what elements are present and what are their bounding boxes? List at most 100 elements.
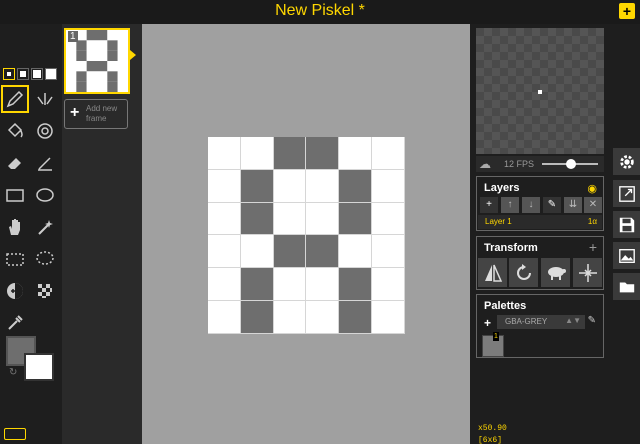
pixel[interactable] xyxy=(273,301,307,334)
transform-expand-icon[interactable]: + xyxy=(589,239,597,255)
add-layer-button[interactable]: + xyxy=(480,197,498,213)
pen-tool[interactable] xyxy=(1,85,29,113)
pixel[interactable] xyxy=(240,235,274,269)
palettes-panel: Palettes + GBA-GREY ▲▼ ✎ 1 xyxy=(476,294,604,358)
lasso-selection-tool[interactable] xyxy=(31,245,59,273)
pen-size-1[interactable] xyxy=(3,68,15,80)
pixel[interactable] xyxy=(339,268,373,302)
swap-colors-icon[interactable]: ↻ xyxy=(9,368,19,378)
pixel[interactable] xyxy=(306,137,340,170)
pixel[interactable] xyxy=(306,268,340,302)
pixel[interactable] xyxy=(240,169,274,203)
pixel-canvas[interactable] xyxy=(208,137,405,334)
rectangle-icon xyxy=(6,189,24,202)
layer-item[interactable]: Layer 1 1α xyxy=(478,215,602,229)
pixel[interactable] xyxy=(372,268,405,302)
frame-thumbnail[interactable]: 1 xyxy=(64,28,130,94)
pen-size-3[interactable] xyxy=(31,68,43,80)
fps-control: ☁ 12 FPS xyxy=(476,156,604,172)
lighten-tool[interactable] xyxy=(1,277,29,305)
animation-preview[interactable] xyxy=(476,28,604,154)
transform-title: Transform xyxy=(484,242,538,254)
pixel[interactable] xyxy=(273,137,307,170)
pixel[interactable] xyxy=(306,169,340,203)
keyboard-shortcuts-icon[interactable] xyxy=(4,428,26,440)
ellipse-icon xyxy=(36,188,54,202)
clone-button[interactable] xyxy=(541,258,570,287)
layer-opacity[interactable]: 1α xyxy=(588,217,597,226)
circle-tool[interactable] xyxy=(31,181,59,209)
pen-size-4[interactable] xyxy=(45,68,57,80)
pixel[interactable] xyxy=(208,137,241,170)
pixel[interactable] xyxy=(306,235,340,269)
pixel[interactable] xyxy=(273,202,307,236)
hand-icon xyxy=(9,219,20,235)
onion-skin-icon[interactable]: ☁ xyxy=(479,157,491,171)
palette-select[interactable]: GBA-GREY ▲▼ xyxy=(497,315,585,329)
pixel[interactable] xyxy=(208,268,241,302)
vertical-mirror-pen-tool[interactable] xyxy=(31,85,59,113)
paint-same-pixels-tool[interactable] xyxy=(31,117,59,145)
pixel[interactable] xyxy=(372,202,405,236)
edit-layer-button[interactable]: ✎ xyxy=(543,197,561,213)
thumbnail-pixel xyxy=(107,30,118,41)
pixel[interactable] xyxy=(273,235,307,269)
pixel[interactable] xyxy=(339,169,373,203)
pixel[interactable] xyxy=(240,137,274,170)
new-piskel-button[interactable]: + xyxy=(619,3,635,19)
save-button[interactable] xyxy=(613,211,640,238)
thumbnail-pixel xyxy=(86,71,97,82)
eraser-tool[interactable] xyxy=(1,149,29,177)
eyedropper-icon xyxy=(8,315,23,330)
import-button[interactable] xyxy=(613,273,640,300)
rectangle-tool[interactable] xyxy=(1,181,29,209)
resize-button[interactable] xyxy=(613,180,640,207)
add-frame-button[interactable]: + Add new frame xyxy=(64,99,128,129)
pixel[interactable] xyxy=(339,137,373,170)
export-button[interactable] xyxy=(613,242,640,269)
secondary-color-swatch[interactable] xyxy=(24,353,54,381)
pixel[interactable] xyxy=(208,301,241,334)
pixel[interactable] xyxy=(372,169,405,203)
pen-size-2[interactable] xyxy=(17,68,29,80)
pixel[interactable] xyxy=(208,202,241,236)
pixel[interactable] xyxy=(306,301,340,334)
rotate-button[interactable] xyxy=(509,258,538,287)
settings-button[interactable] xyxy=(613,148,640,175)
pixel[interactable] xyxy=(240,301,274,334)
pixel[interactable] xyxy=(306,202,340,236)
move-tool[interactable] xyxy=(1,213,29,241)
thumbnail-pixel xyxy=(97,71,108,82)
pixel[interactable] xyxy=(339,202,373,236)
move-layer-up-button[interactable]: ↑ xyxy=(501,197,519,213)
pixel[interactable] xyxy=(372,301,405,334)
flip-button[interactable] xyxy=(478,258,507,287)
merge-layer-button[interactable]: ⇊ xyxy=(564,197,582,213)
add-palette-button[interactable]: + xyxy=(484,316,491,330)
pixel[interactable] xyxy=(240,268,274,302)
dithering-tool[interactable] xyxy=(31,277,59,305)
drawing-area[interactable] xyxy=(142,24,470,444)
pixel[interactable] xyxy=(339,301,373,334)
pixel[interactable] xyxy=(339,235,373,269)
pixel[interactable] xyxy=(273,268,307,302)
pixel[interactable] xyxy=(240,202,274,236)
color-picker-tool[interactable] xyxy=(1,309,29,337)
pixel[interactable] xyxy=(372,235,405,269)
pixel[interactable] xyxy=(372,137,405,170)
floppy-disk-icon xyxy=(619,217,634,232)
pixel[interactable] xyxy=(273,169,307,203)
shape-selection-tool[interactable] xyxy=(31,213,59,241)
delete-layer-button[interactable]: ✕ xyxy=(584,197,602,213)
pixel[interactable] xyxy=(208,235,241,269)
fps-slider-thumb[interactable] xyxy=(566,159,576,169)
move-layer-down-button[interactable]: ↓ xyxy=(522,197,540,213)
rectangle-selection-tool[interactable] xyxy=(1,245,29,273)
pixel[interactable] xyxy=(208,169,241,203)
zoom-level: x50.90 xyxy=(478,424,507,433)
eye-icon[interactable]: ◉ xyxy=(587,182,597,195)
stroke-tool[interactable] xyxy=(31,149,59,177)
center-button[interactable] xyxy=(573,258,602,287)
edit-palette-icon[interactable]: ✎ xyxy=(588,315,596,326)
paint-bucket-tool[interactable] xyxy=(1,117,29,145)
